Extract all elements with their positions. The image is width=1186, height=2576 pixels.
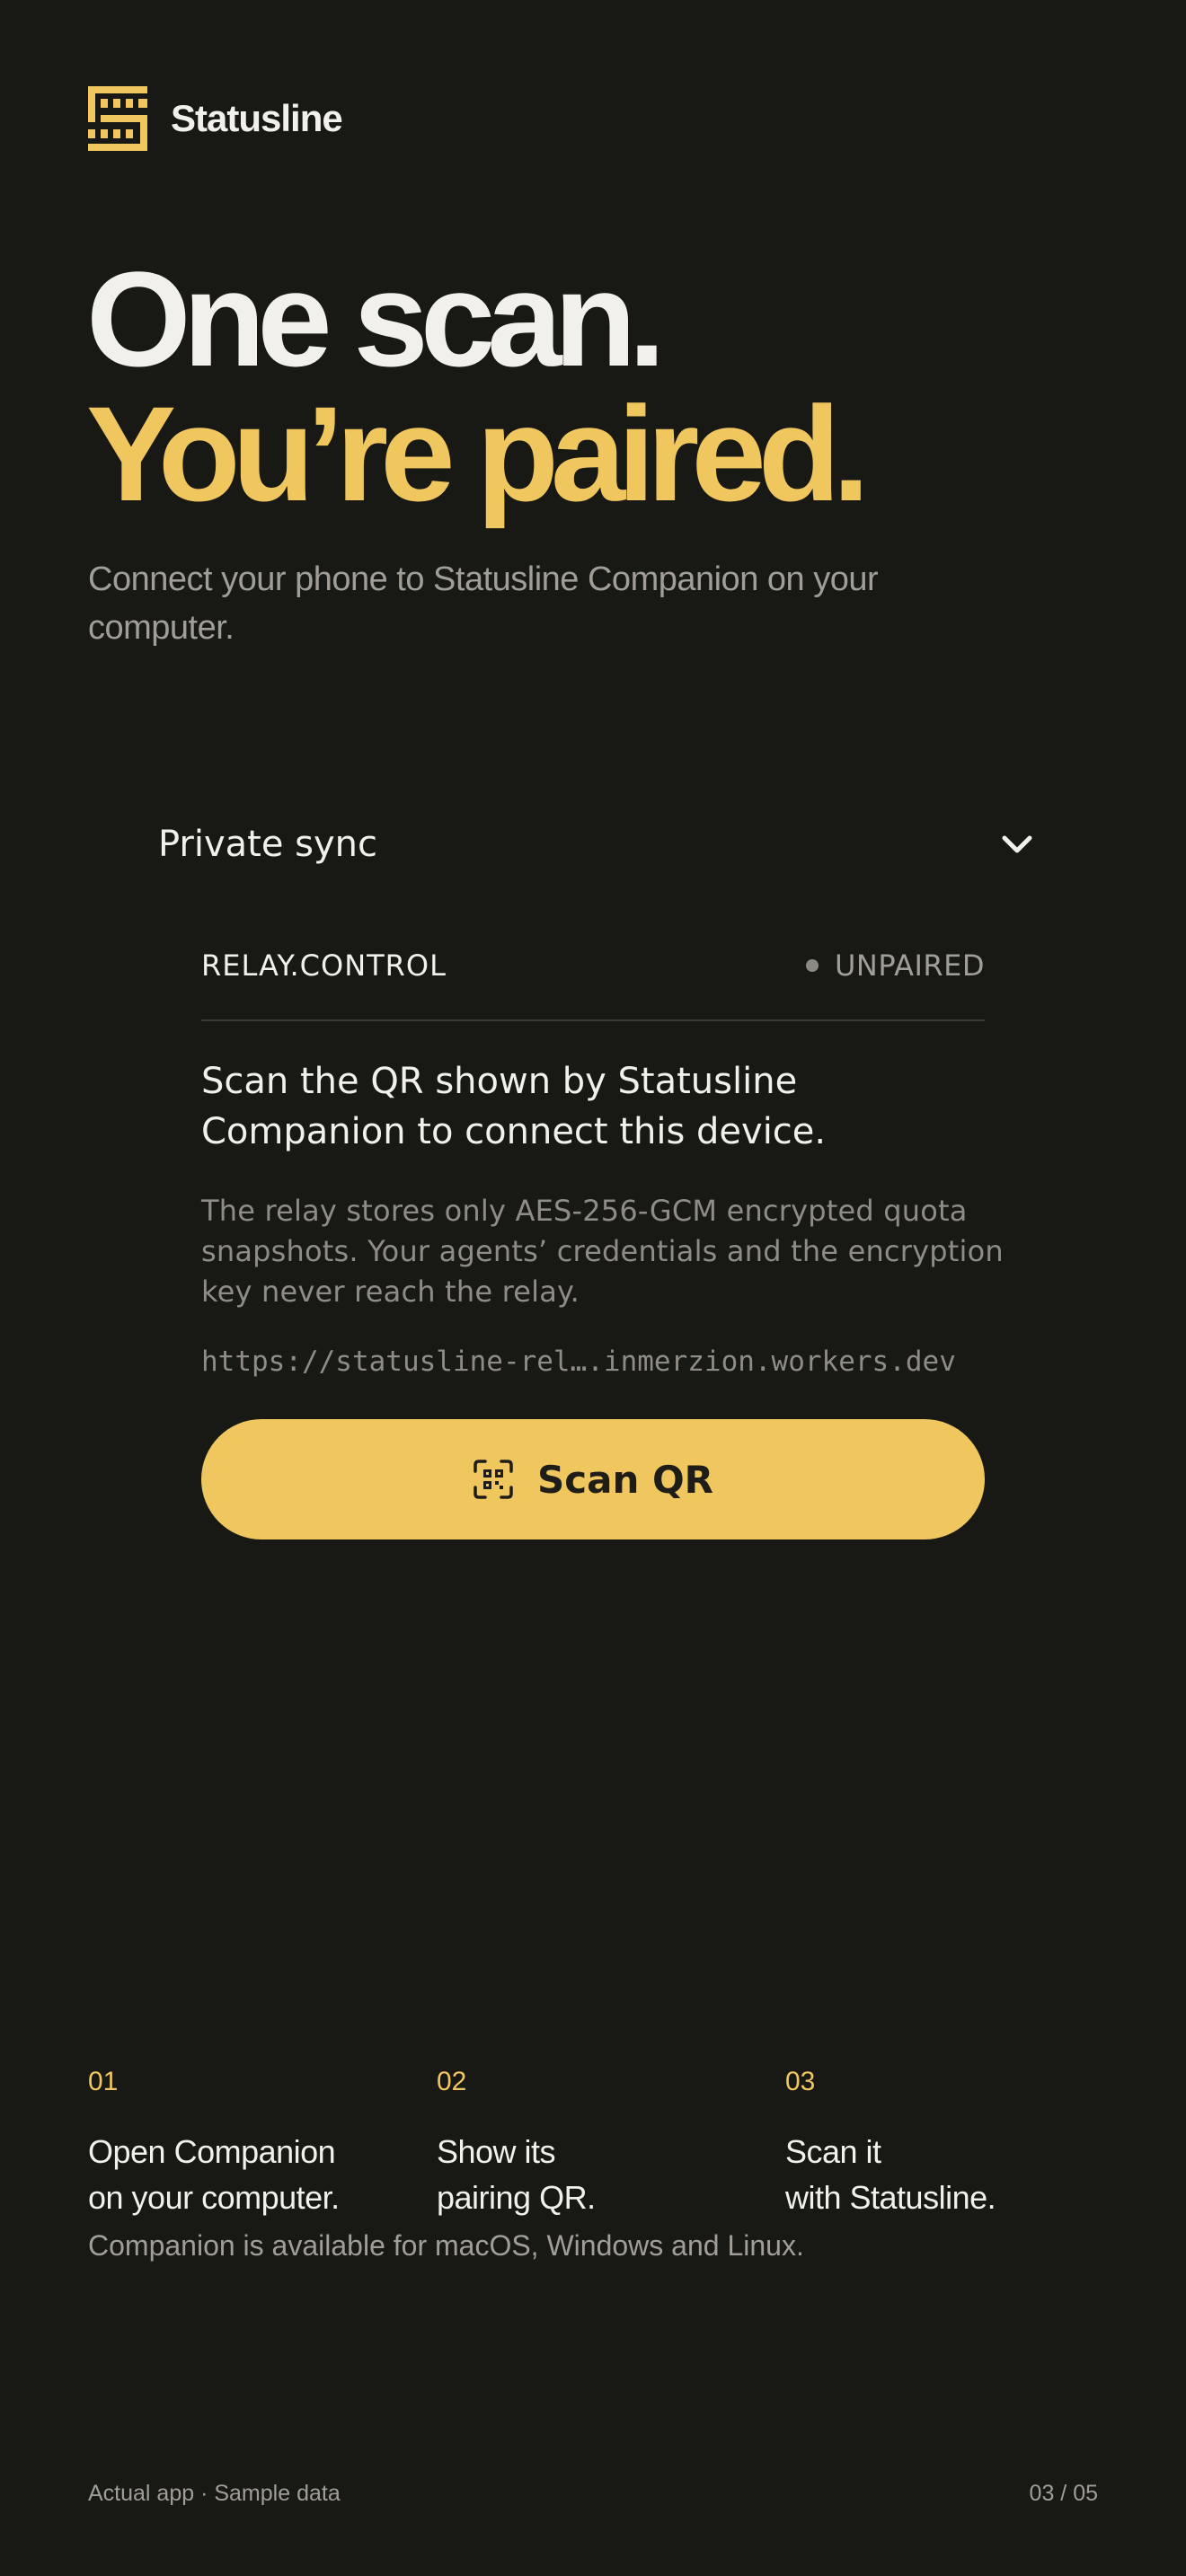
hero-headline-line1: One scan.	[86, 243, 666, 394]
step-number: 01	[88, 2067, 119, 2096]
step-text: Scan it with Statusline.	[785, 2133, 996, 2216]
status-dot	[805, 959, 819, 972]
hero-headline-line2: You’re paired.	[86, 378, 870, 529]
statusline-logo-icon	[88, 86, 147, 151]
relay-description: The relay stores only AES-256-GCM encryp…	[201, 1194, 1004, 1309]
relay-label: RELAY.CONTROL	[201, 948, 447, 983]
step-number: 02	[437, 2067, 467, 2096]
step-2: 02 Show its pairing QR.	[437, 2062, 778, 2220]
brand-name: Statusline	[171, 97, 343, 139]
brand: Statusline	[88, 86, 343, 151]
scan-qr-button[interactable]: Scan QR	[201, 1419, 985, 1539]
private-sync-header[interactable]: Private sync	[158, 808, 1035, 880]
step-text: Show its pairing QR.	[437, 2133, 596, 2216]
footer-caption: Actual app · Sample data	[88, 2481, 341, 2506]
step-3: 03 Scan it with Statusline.	[785, 2062, 1127, 2220]
step-text: Open Companion on your computer.	[88, 2133, 340, 2216]
hero-subtitle: Connect your phone to Statusline Compani…	[88, 560, 879, 647]
status-text: UNPAIRED	[834, 948, 985, 983]
scan-qr-label: Scan QR	[536, 1457, 714, 1502]
divider	[201, 1019, 985, 1021]
chevron-down-icon[interactable]	[999, 826, 1035, 862]
relay-url: https://statusline-rel….inmerzion.worker…	[201, 1345, 956, 1378]
step-1: 01 Open Companion on your computer.	[88, 2062, 429, 2220]
qr-scan-icon	[474, 1460, 513, 1499]
availability-note: Companion is available for macOS, Window…	[88, 2229, 804, 2262]
step-number: 03	[785, 2067, 816, 2096]
scan-instruction: Scan the QR shown by Statusline Companio…	[201, 1061, 827, 1152]
status-badge: UNPAIRED	[805, 948, 985, 983]
private-sync-title: Private sync	[158, 824, 378, 865]
page-counter: 03 / 05	[1029, 2481, 1098, 2506]
relay-row: RELAY.CONTROL UNPAIRED	[201, 943, 985, 988]
